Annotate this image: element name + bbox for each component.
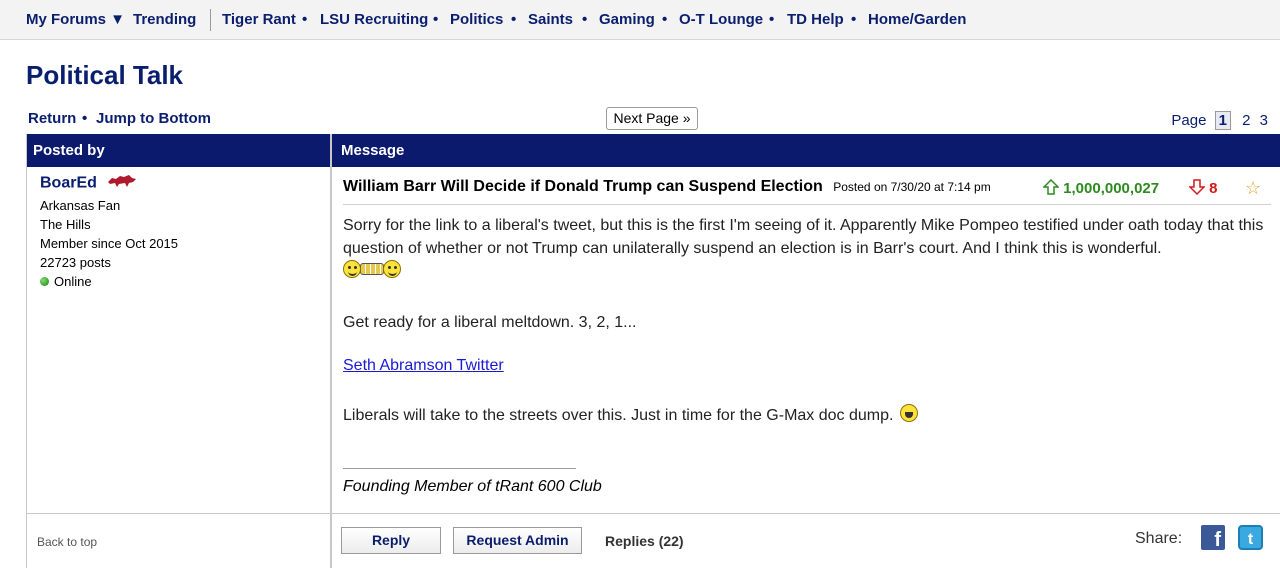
post-header-divider [343,204,1271,205]
jump-to-bottom-link[interactable]: Jump to Bottom [96,110,211,127]
favorite-star-icon[interactable]: ☆ [1245,178,1261,199]
page-link-3[interactable]: 3 [1260,112,1268,129]
nav-separator-dot: • [851,11,857,28]
smiley-icon [343,260,361,278]
post-paragraph-text: Liberals will take to the streets over t… [343,407,894,424]
nav-lsu-recruiting[interactable]: LSU Recruiting [320,11,428,28]
reply-button[interactable]: Reply [341,527,441,554]
user-member-since: Member since Oct 2015 [40,236,179,251]
replies-count[interactable]: Replies (22) [605,533,684,549]
nav-home-garden[interactable]: Home/Garden [868,11,966,28]
post-paragraph-last: Liberals will take to the streets over t… [343,404,1273,427]
user-info: BoarEd Arkansas Fan The Hills Member sin… [40,174,178,291]
post-link[interactable]: Seth Abramson Twitter [343,357,504,375]
user-fan: Arkansas Fan [40,198,121,213]
post-title: William Barr Will Decide if Donald Trump… [343,178,823,195]
user-post-count: 22723 posts [40,255,111,270]
nav-politics[interactable]: Politics [450,11,503,28]
share-label: Share: [1135,530,1183,547]
back-to-top-link[interactable]: Back to top [37,535,97,549]
post-paragraph: Get ready for a liberal meltdown. 3, 2, … [343,314,637,331]
column-divider [330,134,332,568]
next-page-button[interactable]: Next Page » [606,107,698,130]
razorback-icon [107,174,137,193]
nav-separator-dot: • [433,11,439,28]
nav-separator-dot: • [769,11,775,28]
user-location: The Hills [40,217,91,232]
top-nav: My Forums ▼ Trending Tiger Rant • LSU Re… [0,0,1280,40]
trending-link[interactable]: Trending [133,11,196,28]
nav-divider [210,9,211,31]
nav-tiger-rant[interactable]: Tiger Rant [222,11,296,28]
nav-separator-dot: • [511,11,517,28]
subnav-separator-dot: • [82,110,88,127]
smiley-icon [383,260,401,278]
table-header: Posted by Message [27,134,1280,167]
request-admin-button[interactable]: Request Admin [453,527,582,554]
nav-saints[interactable]: Saints [528,11,573,28]
pagination: Page 1 2 3 [1171,111,1268,130]
up-arrow-icon [1042,178,1060,195]
beer-icon [360,263,384,275]
twitter-share-icon[interactable]: t [1238,525,1263,550]
facebook-share-icon[interactable]: f [1201,525,1225,551]
nav-separator-dot: • [302,11,308,28]
down-arrow-icon [1188,179,1206,196]
current-page: 1 [1214,111,1231,130]
nav-gaming[interactable]: Gaming [599,11,655,28]
nav-separator-dot: • [582,11,588,28]
page-title: Political Talk [26,60,184,90]
nav-ot-lounge[interactable]: O-T Lounge [679,11,763,28]
online-status: Online [54,274,92,289]
username[interactable]: BoarEd [40,175,97,192]
nav-separator-dot: • [662,11,668,28]
user-signature: Founding Member of tRant 600 Club [343,478,602,495]
signature-divider [343,468,576,469]
online-status-icon [40,277,49,286]
cheers-emoticon [343,260,401,278]
upvote-button[interactable]: 1,000,000,027 [1042,178,1160,197]
return-link[interactable]: Return [28,110,76,127]
post-table: Posted by Message BoarEd Arkansas Fan Th… [26,134,1280,568]
post-footer-divider [27,513,1280,514]
nav-td-help[interactable]: TD Help [787,11,844,28]
downvote-button[interactable]: 8 [1188,179,1218,197]
post-header: William Barr Will Decide if Donald Trump… [343,178,991,196]
my-forums-menu[interactable]: My Forums ▼ [26,11,125,28]
page-link-2[interactable]: 2 [1242,112,1250,129]
post-date: Posted on 7/30/20 at 7:14 pm [833,180,991,194]
message-header: Message [341,142,405,159]
downvote-count: 8 [1209,180,1218,197]
post-paragraph: Sorry for the link to a liberal's tweet,… [343,217,1264,257]
upvote-count: 1,000,000,027 [1063,180,1160,197]
page-label: Page [1171,112,1207,129]
posted-by-header: Posted by [33,142,105,159]
laughing-emoticon-icon [899,404,918,422]
